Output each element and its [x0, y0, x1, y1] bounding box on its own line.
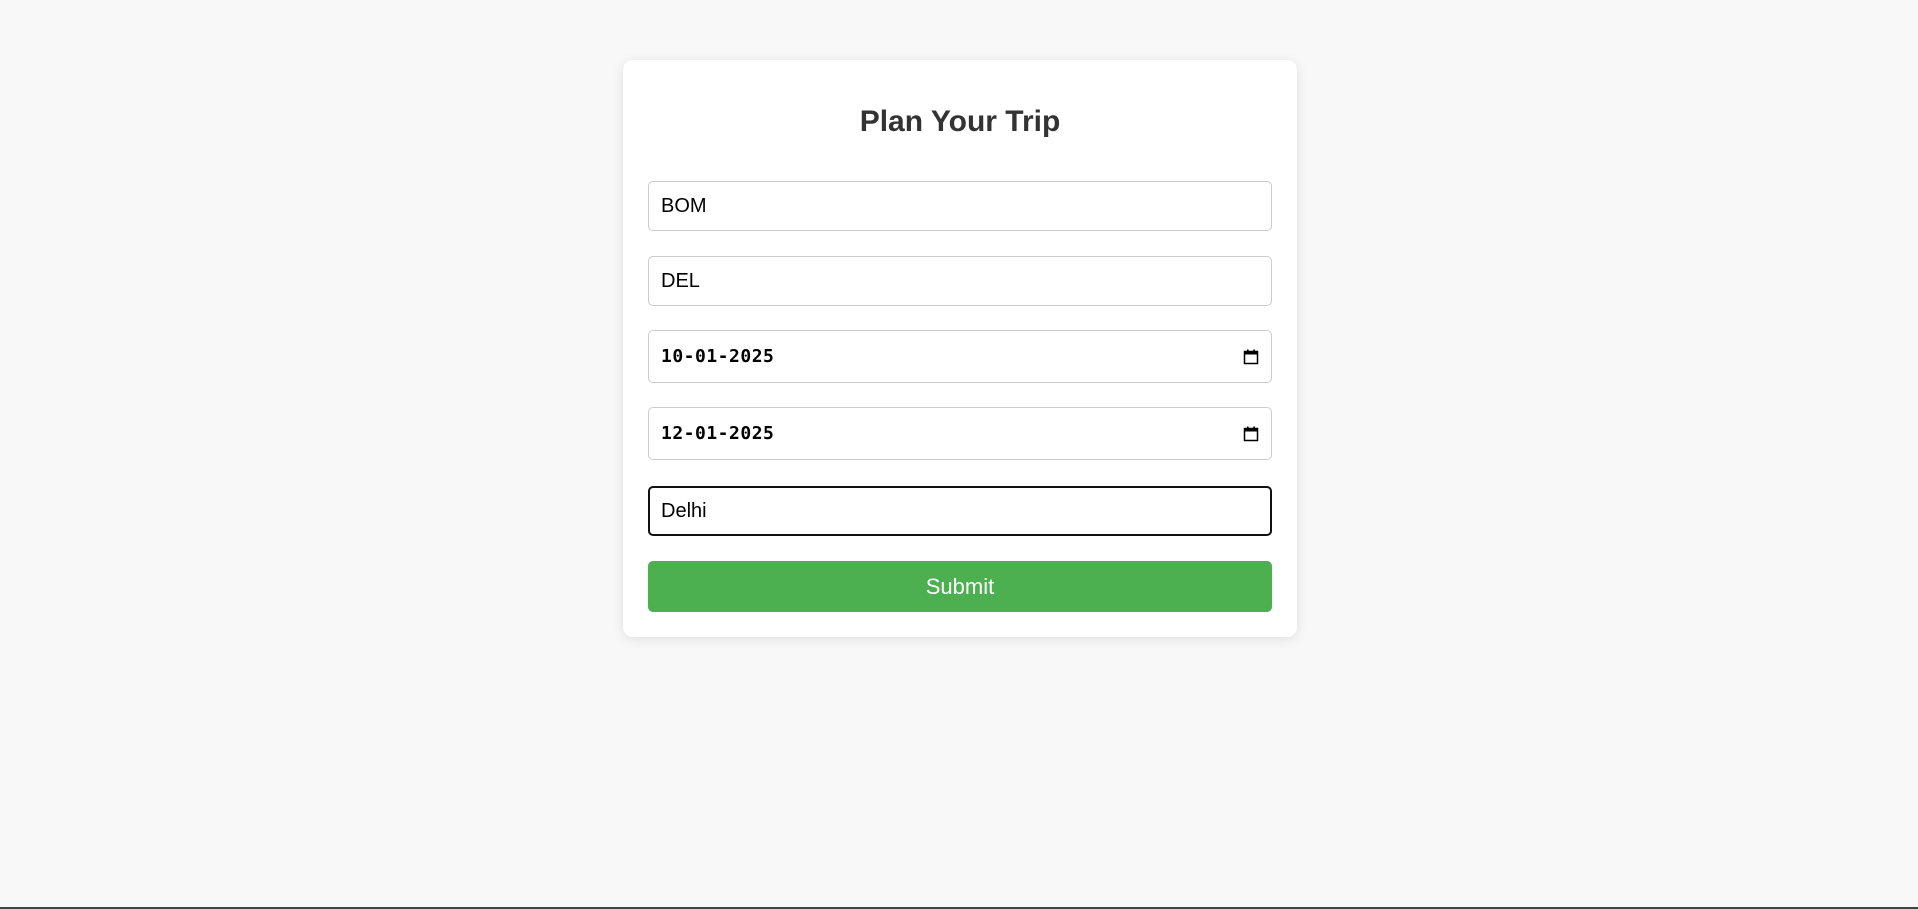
form-title: Plan Your Trip	[859, 105, 1061, 138]
city-value: Delhi	[661, 499, 707, 522]
destination-value: DEL	[661, 269, 700, 292]
trip-form-card: Plan Your Trip BOM DEL 10-01-2025 12-01-…	[623, 60, 1297, 637]
origin-input[interactable]: BOM	[648, 181, 1272, 231]
submit-button[interactable]: Submit	[648, 561, 1272, 612]
calendar-icon[interactable]	[1243, 349, 1259, 365]
return-date-input[interactable]: 12-01-2025	[648, 407, 1272, 460]
calendar-icon[interactable]	[1243, 426, 1259, 442]
depart-date-value: 10-01-2025	[661, 346, 775, 367]
return-date-value: 12-01-2025	[661, 423, 775, 444]
depart-date-input[interactable]: 10-01-2025	[648, 330, 1272, 383]
destination-input[interactable]: DEL	[648, 256, 1272, 306]
city-input[interactable]: Delhi	[648, 486, 1272, 536]
origin-value: BOM	[661, 194, 707, 217]
